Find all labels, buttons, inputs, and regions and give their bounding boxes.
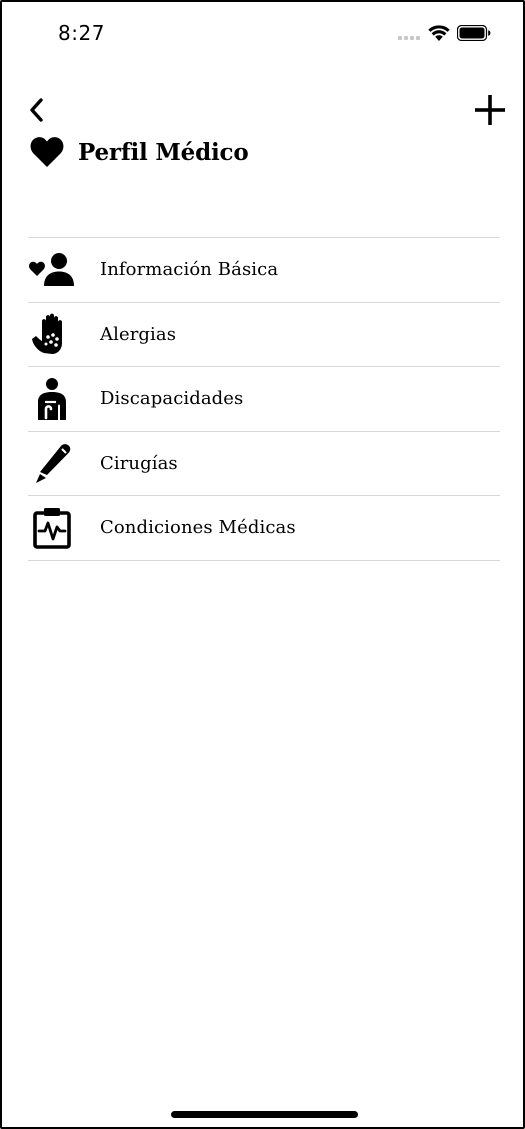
phone-frame: 8:27 Perfil Médico Información Básica Al…: [0, 0, 525, 1129]
status-time: 8:27: [58, 21, 105, 45]
menu-item-label: Cirugías: [100, 452, 178, 474]
menu-item-label: Información Básica: [100, 259, 279, 281]
menu-item-discapacidades[interactable]: Discapacidades: [28, 367, 500, 432]
menu-item-label: Condiciones Médicas: [100, 517, 296, 539]
menu-item-label: Discapacidades: [100, 388, 244, 410]
menu-item-label: Alergias: [100, 323, 177, 345]
clipboard-pulse-icon: [33, 507, 71, 549]
heart-icon: [30, 137, 64, 167]
plus-icon: [475, 95, 505, 125]
heart-person-icon: [29, 252, 74, 286]
hand-dots-icon: [32, 313, 62, 355]
medical-profile-menu: Información Básica Alergias Discapacidad…: [28, 237, 500, 561]
scalpel-icon: [36, 444, 71, 484]
back-button[interactable]: [26, 96, 50, 124]
wifi-icon: [428, 25, 450, 41]
menu-item-alergias[interactable]: Alergias: [28, 303, 500, 367]
chevron-left-icon: [30, 98, 43, 122]
menu-item-informacion-basica[interactable]: Información Básica: [28, 238, 500, 303]
cellular-dots-icon: [398, 36, 420, 40]
battery-icon: [457, 25, 491, 41]
add-button[interactable]: [474, 94, 506, 126]
page-title: Perfil Médico: [78, 138, 249, 166]
home-indicator[interactable]: [171, 1111, 358, 1118]
menu-item-condiciones-medicas[interactable]: Condiciones Médicas: [28, 496, 500, 561]
person-cane-icon: [38, 377, 66, 420]
menu-item-cirugias[interactable]: Cirugías: [28, 432, 500, 496]
page-title-row: Perfil Médico: [30, 136, 249, 168]
